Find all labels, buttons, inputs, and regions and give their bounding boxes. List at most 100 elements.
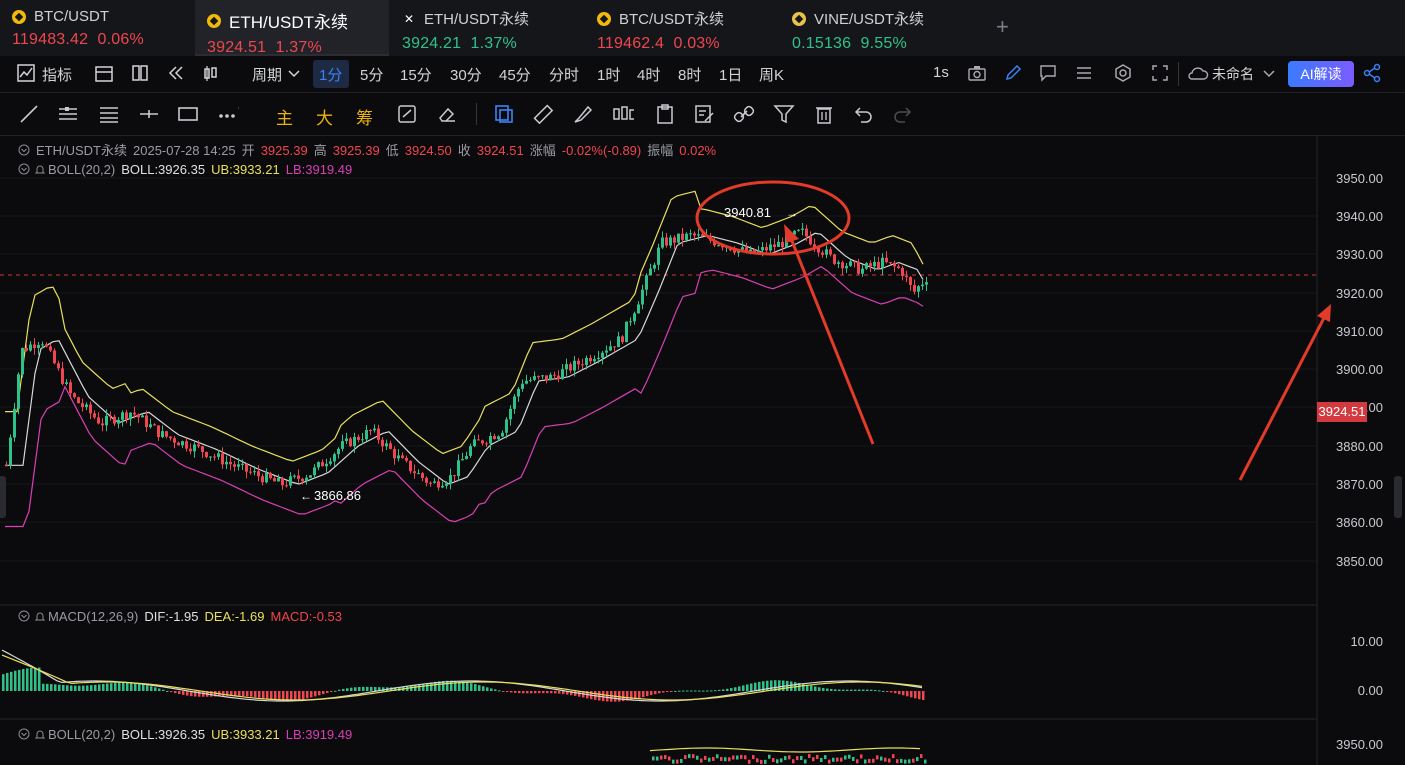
filter-icon[interactable]	[773, 103, 795, 125]
chevron-down-icon[interactable]	[1263, 70, 1285, 92]
candle-down	[245, 463, 248, 472]
collapse-icon[interactable]	[18, 610, 30, 622]
edit-doc-icon[interactable]	[396, 103, 418, 125]
collapse-icon[interactable]	[18, 163, 30, 175]
horizontal-line-icon[interactable]	[138, 103, 160, 125]
chip-distribution-tool[interactable]: 筹	[356, 104, 373, 129]
replay-speed[interactable]: 1s	[933, 64, 949, 81]
trash-icon[interactable]	[813, 103, 835, 125]
macd-bar-down	[178, 691, 181, 695]
interval-30m[interactable]: 30分	[450, 64, 482, 85]
bell-icon[interactable]	[34, 728, 46, 740]
bell-icon[interactable]	[34, 163, 46, 175]
magnet-copy-icon[interactable]	[493, 103, 515, 125]
period-dropdown[interactable]: 周期	[252, 64, 282, 85]
interval-8h[interactable]: 8时	[678, 64, 701, 85]
macd-bar-down	[574, 691, 577, 696]
big-order-tool[interactable]: 大	[316, 104, 333, 129]
more-icon[interactable]	[217, 103, 239, 125]
interval-45m[interactable]: 45分	[499, 64, 531, 85]
candle-down	[493, 436, 496, 440]
clipboard-icon[interactable]	[654, 103, 676, 125]
indicators-button[interactable]: 指标	[42, 64, 72, 85]
collapse-icon[interactable]	[18, 144, 30, 156]
candle-up	[881, 257, 884, 269]
interval-1m[interactable]: 1分	[319, 64, 342, 85]
high-annotation: 3940.81	[724, 205, 771, 220]
candle-up	[293, 475, 296, 477]
candle-down	[109, 415, 112, 417]
tab-eth-usdt-perp[interactable]: ✕ ETH/USDT永续 3924.21 1.37%	[390, 0, 584, 56]
rectangle-icon[interactable]	[177, 103, 199, 125]
left-scroll-handle[interactable]	[0, 476, 6, 518]
candle-type-icon[interactable]	[202, 63, 224, 85]
undo-icon[interactable]	[852, 103, 874, 125]
interval-4h[interactable]: 4时	[637, 64, 660, 85]
candle-down	[321, 462, 324, 467]
candle-up	[13, 408, 16, 438]
ruler-icon[interactable]	[532, 103, 554, 125]
tab-vine-usdt-perp[interactable]: VINE/USDT永续 0.15136 9.55%	[780, 0, 974, 56]
note-edit-icon[interactable]	[693, 103, 715, 125]
boll2-candle	[816, 754, 819, 759]
high-label: 高	[313, 143, 327, 158]
share-icon[interactable]	[1362, 63, 1384, 85]
macd-bar-down	[670, 691, 673, 692]
settings-icon[interactable]	[1113, 63, 1135, 85]
add-tab-icon[interactable]: +	[996, 14, 1009, 40]
right-scroll-handle[interactable]	[1394, 476, 1402, 518]
main-chart-tool[interactable]: 主	[276, 104, 293, 129]
macd-bar-down	[298, 691, 301, 700]
interval-timeline[interactable]: 分时	[549, 64, 579, 85]
boll2-candle	[712, 756, 715, 761]
interval-1d[interactable]: 1日	[719, 64, 742, 85]
interval-1h[interactable]: 1时	[597, 64, 620, 85]
calendar-icon[interactable]	[94, 63, 116, 85]
collapse-icon[interactable]	[18, 728, 30, 740]
macd-bar-up	[822, 687, 825, 691]
macd-bar-down	[894, 691, 897, 694]
tab-btc-usdt[interactable]: BTC/USDT 119483.42 0.06%	[0, 0, 194, 56]
chevron-down-icon[interactable]	[288, 70, 310, 92]
layout-split-icon[interactable]	[130, 63, 152, 85]
redo-icon[interactable]	[892, 103, 914, 125]
kline-chart[interactable]: 3940.81 → ← 3866.86 ETH/USDT永续 2025-07-28…	[0, 136, 1405, 765]
close-value: 3924.51	[476, 143, 524, 158]
tab-btc-usdt-perp[interactable]: BTC/USDT永续 119462.4 0.03%	[585, 0, 779, 56]
eraser-icon[interactable]	[436, 103, 458, 125]
macd-bar-down	[322, 691, 325, 695]
link-icon[interactable]	[733, 103, 755, 125]
tab-price: 3924.21	[402, 35, 462, 52]
macd-bar-up	[354, 687, 357, 691]
ai-analysis-button[interactable]: AI解读	[1288, 61, 1354, 87]
cloud-icon[interactable]	[1187, 65, 1209, 87]
binance-coin-icon	[207, 13, 221, 28]
parallel-lines-icon[interactable]	[57, 103, 79, 125]
macd-bar-up	[142, 684, 145, 691]
channel-icon[interactable]	[98, 103, 120, 125]
comment-icon[interactable]	[1038, 63, 1060, 85]
candle-down	[33, 344, 36, 349]
brush-icon[interactable]	[572, 103, 594, 125]
indicator-icon[interactable]	[16, 63, 38, 85]
chart-canvas[interactable]: 3940.81 → ← 3866.86	[0, 136, 1405, 765]
fullscreen-icon[interactable]	[1150, 63, 1172, 85]
divider	[1178, 62, 1179, 86]
camera-icon[interactable]	[967, 64, 989, 86]
boll2-candle	[732, 755, 735, 760]
candle-up	[633, 313, 636, 322]
interval-5m[interactable]: 5分	[360, 64, 383, 85]
macd-bar-up	[358, 687, 361, 691]
candle-up	[617, 336, 620, 348]
tab-eth-usdt-perp-active[interactable]: ETH/USDT永续 3924.51 1.37%	[195, 0, 389, 56]
list-settings-icon[interactable]	[1074, 64, 1096, 86]
interval-1w[interactable]: 周K	[759, 64, 784, 85]
candles-tool-icon[interactable]	[612, 103, 634, 125]
trend-line-icon[interactable]	[18, 103, 40, 125]
pencil-icon[interactable]	[1003, 63, 1025, 85]
bell-icon[interactable]	[34, 610, 46, 622]
layout-name-dropdown[interactable]: 未命名	[1212, 64, 1254, 84]
macd-dea-value: DEA:-1.69	[204, 609, 265, 624]
rewind-icon[interactable]	[166, 63, 188, 85]
interval-15m[interactable]: 15分	[400, 64, 432, 85]
